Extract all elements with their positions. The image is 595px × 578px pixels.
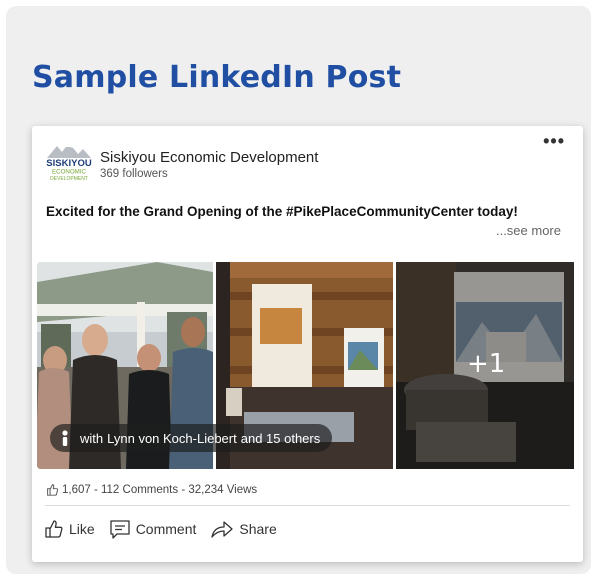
comment-icon <box>110 520 130 539</box>
follower-count: 369 followers <box>100 168 168 180</box>
svg-text:ECONOMIC: ECONOMIC <box>52 169 87 176</box>
svg-text:SISKIYOU: SISKIYOU <box>46 158 92 169</box>
see-more-link[interactable]: ...see more <box>496 223 561 238</box>
engagement-stats[interactable]: 1,607 - 112 Comments - 32,234 Views <box>46 483 257 496</box>
org-name[interactable]: Siskiyou Economic Development <box>100 149 318 166</box>
org-logo[interactable]: SISKIYOU ECONOMIC DEVELOPMENT <box>45 142 93 184</box>
svg-text:DEVELOPMENT: DEVELOPMENT <box>50 176 88 182</box>
like-label: Like <box>69 521 95 537</box>
comment-button[interactable]: Comment <box>109 519 197 539</box>
share-icon <box>211 521 234 538</box>
page-title: Sample LinkedIn Post <box>32 60 402 95</box>
thumbs-up-icon <box>47 484 59 496</box>
page-panel: Sample LinkedIn Post SISKIYOU ECONOMIC D… <box>6 6 591 574</box>
linkedin-post-card: SISKIYOU ECONOMIC DEVELOPMENT Siskiyou E… <box>32 126 583 562</box>
tagged-people-pill[interactable]: with Lynn von Koch-Liebert and 15 others <box>50 424 333 452</box>
divider <box>45 505 570 506</box>
share-label: Share <box>239 521 277 537</box>
post-text: Excited for the Grand Opening of the #Pi… <box>46 204 518 219</box>
share-button[interactable]: Share <box>210 519 277 539</box>
comment-label: Comment <box>135 521 197 537</box>
tagged-person-name[interactable]: Lynn von Koch-Liebert <box>107 431 237 446</box>
tag-prefix: with <box>80 430 104 446</box>
tag-suffix: and 15 others <box>240 430 321 446</box>
person-icon <box>62 430 68 446</box>
more-photos-count[interactable]: +1 <box>467 349 505 379</box>
post-actions: Like Comment Share <box>44 516 291 542</box>
like-button[interactable]: Like <box>44 519 95 539</box>
like-icon <box>45 520 63 538</box>
stats-text: 1,607 - 112 Comments - 32,234 Views <box>62 483 258 496</box>
more-options-icon[interactable]: ••• <box>543 132 565 150</box>
